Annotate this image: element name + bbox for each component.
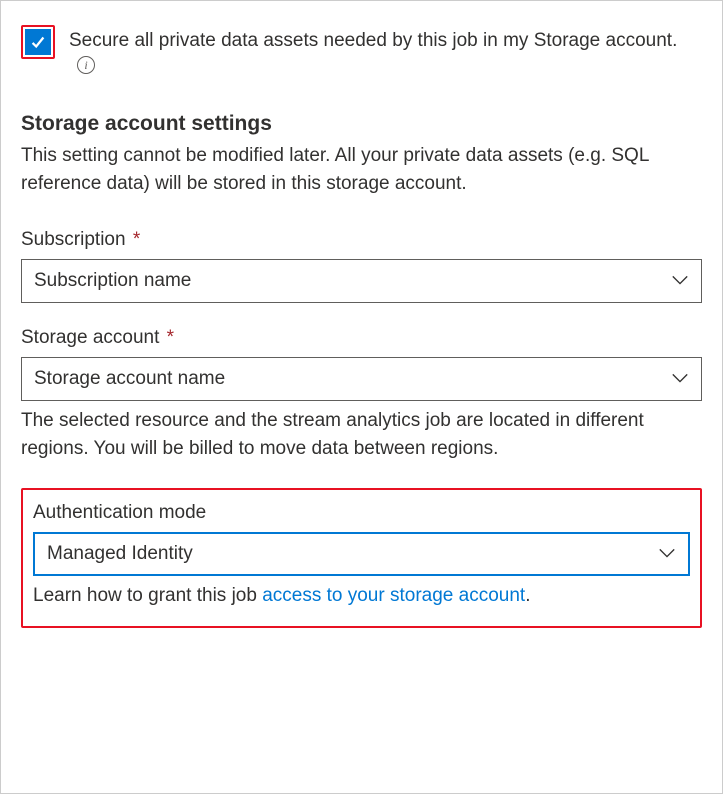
- subscription-label: Subscription *: [21, 229, 702, 251]
- chevron-down-icon: [671, 368, 689, 390]
- secure-data-checkbox-row: Secure all private data assets needed by…: [21, 25, 702, 74]
- learn-suffix: .: [525, 585, 530, 606]
- auth-mode-learn-text: Learn how to grant this job access to yo…: [33, 582, 690, 611]
- subscription-label-text: Subscription: [21, 229, 126, 250]
- auth-mode-field: Authentication mode Managed Identity Lea…: [33, 502, 690, 611]
- auth-mode-label: Authentication mode: [33, 502, 690, 524]
- storage-account-dropdown[interactable]: Storage account name: [21, 357, 702, 401]
- subscription-field: Subscription * Subscription name: [21, 229, 702, 303]
- chevron-down-icon: [658, 543, 676, 565]
- checkmark-icon: [29, 33, 47, 51]
- subscription-dropdown[interactable]: Subscription name: [21, 259, 702, 303]
- required-asterisk: *: [133, 229, 140, 250]
- secure-data-label: Secure all private data assets needed by…: [69, 27, 677, 56]
- auth-mode-highlight-section: Authentication mode Managed Identity Lea…: [21, 488, 702, 629]
- storage-settings-heading: Storage account settings: [21, 112, 702, 136]
- storage-account-label-text: Storage account: [21, 327, 159, 348]
- secure-data-checkbox[interactable]: [25, 29, 51, 55]
- info-icon[interactable]: i: [77, 56, 95, 74]
- auth-mode-value: Managed Identity: [47, 543, 193, 565]
- auth-mode-dropdown[interactable]: Managed Identity: [33, 532, 690, 576]
- learn-prefix: Learn how to grant this job: [33, 585, 262, 606]
- chevron-down-icon: [671, 270, 689, 292]
- storage-access-link[interactable]: access to your storage account: [262, 585, 525, 606]
- required-asterisk: *: [167, 327, 174, 348]
- subscription-value: Subscription name: [34, 270, 191, 292]
- storage-account-value: Storage account name: [34, 368, 225, 390]
- storage-settings-description: This setting cannot be modified later. A…: [21, 142, 702, 199]
- storage-account-helper: The selected resource and the stream ana…: [21, 407, 702, 464]
- storage-account-field: Storage account * Storage account name T…: [21, 327, 702, 464]
- secure-data-label-wrap: Secure all private data assets needed by…: [69, 25, 702, 74]
- storage-account-label: Storage account *: [21, 327, 702, 349]
- checkbox-highlight-border: [21, 25, 55, 59]
